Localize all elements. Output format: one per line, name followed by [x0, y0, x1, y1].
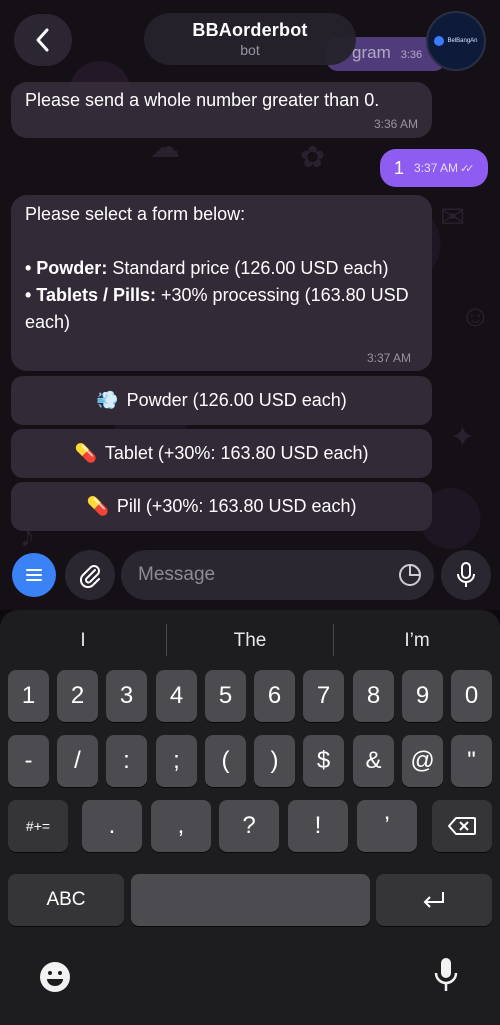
pill-option-button[interactable]: 💊 Pill (+30%: 163.80 USD each)	[11, 482, 432, 531]
key-quote[interactable]: "	[451, 735, 492, 787]
dictation-button[interactable]	[433, 956, 459, 994]
key-hyphen[interactable]: -	[8, 735, 49, 787]
key-slash[interactable]: /	[57, 735, 98, 787]
menu-button[interactable]	[12, 553, 56, 597]
key-at[interactable]: @	[402, 735, 443, 787]
message-text: • Powder: Standard price (126.00 USD eac…	[25, 258, 389, 278]
paperclip-icon	[79, 565, 100, 588]
key-open-paren[interactable]: (	[205, 735, 246, 787]
key-0[interactable]: 0	[451, 670, 492, 722]
return-key[interactable]	[376, 874, 492, 926]
outgoing-message-bubble[interactable]: 1 3:37 AM ✓✓	[380, 149, 488, 187]
message-text: Please send a whole number greater than …	[25, 90, 380, 110]
return-icon	[423, 892, 444, 908]
abc-key[interactable]: ABC	[8, 874, 124, 926]
logo-icon	[434, 36, 445, 46]
message-time: 3:37 AM	[367, 351, 412, 365]
key-exclamation[interactable]: !	[288, 800, 348, 852]
pill-icon: 💊	[86, 496, 109, 516]
suggestion-2[interactable]: The	[167, 626, 333, 656]
microphone-icon	[434, 958, 458, 991]
key-6[interactable]: 6	[254, 670, 295, 722]
key-comma[interactable]: ,	[151, 800, 211, 852]
powder-option-button[interactable]: 💨 Powder (126.00 USD each)	[11, 376, 432, 425]
key-2[interactable]: 2	[57, 670, 98, 722]
double-check-icon: ✓✓	[460, 162, 475, 175]
key-apostrophe[interactable]: ’	[357, 800, 417, 852]
message-bubble[interactable]: Please send a whole number greater than …	[11, 82, 432, 138]
on-screen-keyboard: I The I’m 1 2 3 4 5 6 7 8 9 0 - / : ; ( …	[0, 610, 500, 1025]
key-close-paren[interactable]: )	[254, 735, 295, 787]
chat-title[interactable]: BBAorderbot bot	[144, 13, 356, 65]
key-period[interactable]: .	[82, 800, 142, 852]
sticker-icon[interactable]	[397, 562, 423, 588]
key-5[interactable]: 5	[205, 670, 246, 722]
message-input-container	[121, 550, 434, 600]
bot-subtitle: bot	[240, 42, 260, 58]
bot-name: BBAorderbot	[192, 20, 308, 40]
back-button[interactable]	[14, 14, 72, 66]
suggestion-3[interactable]: I’m	[334, 626, 500, 656]
smiley-icon	[40, 962, 70, 992]
emoji-keyboard-button[interactable]	[38, 960, 72, 994]
attach-button[interactable]	[65, 550, 115, 600]
key-question[interactable]: ?	[219, 800, 279, 852]
key-3[interactable]: 3	[106, 670, 147, 722]
menu-icon	[26, 569, 42, 581]
avatar[interactable]: BelBangAn	[426, 11, 486, 71]
dash-icon: 💨	[96, 390, 119, 410]
message-bubble[interactable]: Please select a form below: • Powder: St…	[11, 195, 432, 371]
voice-message-button[interactable]	[441, 550, 491, 600]
message-text: • Tablets / Pills: +30% processing (163.…	[25, 285, 409, 332]
message-text: Please select a form below:	[25, 204, 246, 224]
pill-icon: 💊	[74, 443, 97, 463]
backspace-key[interactable]	[432, 800, 492, 852]
key-8[interactable]: 8	[353, 670, 394, 722]
chevron-left-icon	[36, 28, 49, 52]
message-time: 3:37 AM	[414, 161, 459, 175]
key-semicolon[interactable]: ;	[156, 735, 197, 787]
message-input[interactable]	[136, 563, 386, 587]
key-1[interactable]: 1	[8, 670, 49, 722]
key-dollar[interactable]: $	[303, 735, 344, 787]
space-key[interactable]	[131, 874, 370, 926]
suggestion-1[interactable]: I	[0, 626, 166, 656]
tablet-option-button[interactable]: 💊 Tablet (+30%: 163.80 USD each)	[11, 429, 432, 478]
backspace-icon	[448, 817, 476, 835]
microphone-icon	[457, 562, 475, 587]
message-time: 3:36 AM	[374, 117, 419, 131]
key-7[interactable]: 7	[303, 670, 344, 722]
key-4[interactable]: 4	[156, 670, 197, 722]
key-9[interactable]: 9	[402, 670, 443, 722]
message-text: 1	[394, 157, 405, 178]
symbols-toggle-key[interactable]: #+=	[8, 800, 68, 852]
key-colon[interactable]: :	[106, 735, 147, 787]
key-ampersand[interactable]: &	[353, 735, 394, 787]
